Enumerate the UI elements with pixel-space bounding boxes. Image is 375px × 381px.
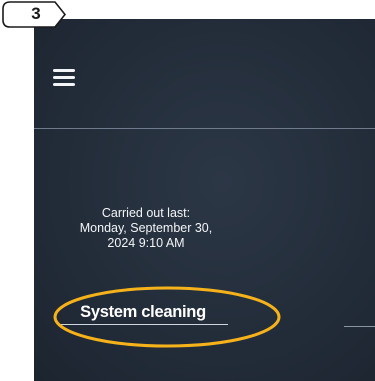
last-run-time: 2024 9:10 AM (107, 236, 185, 250)
last-run-label: Carried out last: (101, 206, 191, 220)
right-divider (344, 326, 375, 327)
header-divider (34, 128, 375, 129)
system-cleaning-underline (58, 324, 228, 325)
system-cleaning-label: System cleaning (80, 303, 206, 321)
hamburger-menu-icon[interactable] (53, 67, 75, 89)
last-run-info: Carried out last: Monday, September 30, … (56, 206, 236, 251)
last-run-date: Monday, September 30, (79, 221, 213, 235)
device-screen: Carried out last: Monday, September 30, … (34, 19, 375, 381)
instruction-frame: 3 Carried out last: Monday, September 30… (0, 0, 375, 381)
step-number: 3 (31, 4, 41, 23)
